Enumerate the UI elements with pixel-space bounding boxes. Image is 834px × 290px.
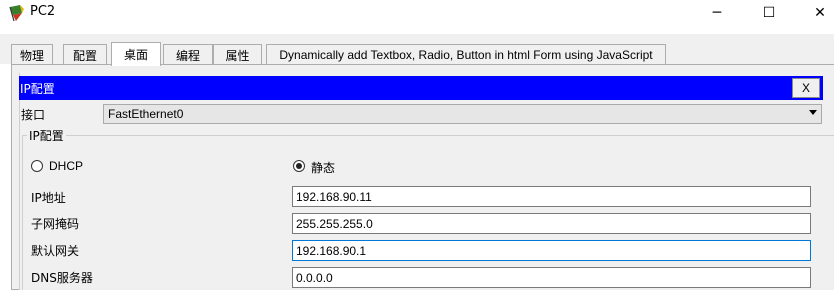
ip-config-close-button[interactable]: X: [792, 78, 820, 98]
tab-javascript-form[interactable]: Dynamically add Textbox, Radio, Button i…: [266, 44, 666, 65]
tab-desktop[interactable]: 桌面: [111, 42, 161, 66]
ip-config-group-title: IP配置: [27, 127, 66, 144]
window-title: PC2: [30, 4, 56, 19]
default-gateway-field[interactable]: 192.168.90.1: [292, 240, 811, 261]
interface-select[interactable]: FastEthernet0: [103, 104, 822, 124]
title-bar: PC2 ─ ☐ ✕: [0, 0, 834, 26]
ip-address-field[interactable]: 192.168.90.11: [292, 186, 811, 207]
interface-value: FastEthernet0: [108, 107, 184, 121]
ip-config-header: IP配置: [19, 76, 823, 100]
dns-server-label: DNS服务器: [31, 271, 93, 285]
static-radio[interactable]: [293, 160, 305, 172]
minimize-button[interactable]: ─: [694, 0, 740, 26]
tab-programming[interactable]: 编程: [163, 44, 213, 65]
chevron-down-icon: [809, 110, 817, 115]
dhcp-label: DHCP: [49, 159, 84, 173]
tab-attributes[interactable]: 属性: [213, 44, 262, 65]
tab-strip: 物理 配置 桌面 编程 属性 Dynamically add Textbox, …: [0, 34, 834, 66]
tab-physical[interactable]: 物理: [11, 44, 53, 65]
subnet-mask-label: 子网掩码: [31, 217, 80, 231]
default-gateway-label: 默认网关: [31, 244, 80, 258]
static-label: 静态: [311, 161, 336, 175]
packet-tracer-pc-icon: [9, 5, 24, 22]
ip-address-label: IP地址: [31, 191, 66, 205]
dhcp-radio[interactable]: [31, 160, 43, 172]
subnet-mask-field[interactable]: 255.255.255.0: [292, 213, 811, 234]
dns-server-field[interactable]: 0.0.0.0: [292, 267, 811, 288]
tab-config[interactable]: 配置: [63, 44, 107, 65]
close-window-button[interactable]: ✕: [797, 0, 834, 26]
interface-label: 接口: [21, 108, 46, 122]
maximize-button[interactable]: ☐: [746, 0, 792, 26]
